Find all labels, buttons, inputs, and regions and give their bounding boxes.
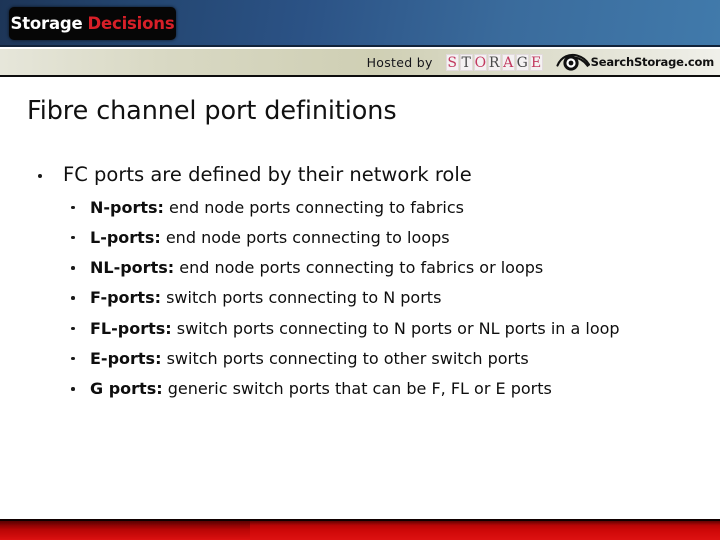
definition-desc: switch ports connecting to other switch … <box>161 348 529 368</box>
hosted-by-group: Hosted by S T O R A G E SearchStorage.co… <box>367 49 714 75</box>
definition-desc: end node ports connecting to fabrics <box>163 197 464 217</box>
storage-letter-r: R <box>487 53 501 71</box>
definition-term: F-ports: <box>90 288 161 308</box>
definition-desc: switch ports connecting to N ports <box>160 288 442 308</box>
definition-desc: end node ports connecting to loops <box>160 227 450 247</box>
storage-letter-s: S <box>445 53 459 71</box>
definition-term: E-ports: <box>90 348 162 368</box>
definition-desc: generic switch ports that can be F, FL o… <box>162 379 552 399</box>
definition-term: FL-ports: <box>90 318 172 338</box>
searchstorage-logo: SearchStorage.com <box>556 52 714 72</box>
bullet-dot-icon <box>71 266 75 270</box>
definition-desc: end node ports connecting to fabrics or … <box>174 258 544 278</box>
hosted-by-label: Hosted by <box>366 54 433 70</box>
logo-word-decisions: Decisions <box>87 14 175 33</box>
bullet-level1: FC ports are defined by their network ro… <box>0 165 720 185</box>
storage-letter-g: G <box>515 53 529 71</box>
bullet-dot-icon <box>71 387 75 391</box>
list-item: E-ports: switch ports connecting to othe… <box>0 349 720 370</box>
bullet-dot-icon <box>71 296 75 300</box>
list-item: N-ports: end node ports connecting to fa… <box>0 198 720 219</box>
storage-letter-o: O <box>473 53 487 71</box>
definition-term: L-ports: <box>90 227 161 247</box>
storage-wordmark: S T O R A G E <box>445 53 543 71</box>
list-item: L-ports: end node ports connecting to lo… <box>0 228 720 249</box>
bullet-dot-icon <box>38 174 42 178</box>
eye-icon <box>556 52 590 72</box>
definition-term: NL-ports: <box>90 258 175 278</box>
bullet-dot-icon <box>71 326 75 331</box>
slide-content: FC ports are defined by their network ro… <box>0 165 720 410</box>
definition-list: N-ports: end node ports connecting to fa… <box>0 198 720 401</box>
definition-desc: switch ports connecting to N ports or NL… <box>171 318 620 338</box>
logo-word-storage: Storage <box>10 14 83 33</box>
storage-decisions-logo: Storage Decisions <box>9 7 176 40</box>
bullet-dot-icon <box>71 205 75 209</box>
storage-letter-t: T <box>459 53 473 71</box>
searchstorage-text: SearchStorage.com <box>590 55 715 69</box>
bullet-level1-text: FC ports are defined by their network ro… <box>63 163 472 186</box>
list-item: G ports: generic switch ports that can b… <box>0 379 720 400</box>
definition-term: G ports: <box>90 379 163 399</box>
list-item: NL-ports: end node ports connecting to f… <box>0 258 720 279</box>
page-title: Fibre channel port definitions <box>27 96 397 126</box>
header-banner: Storage Decisions <box>0 0 720 47</box>
bullet-dot-icon <box>71 235 75 240</box>
bullet-dot-icon <box>71 356 75 361</box>
hosted-by-band: Hosted by S T O R A G E SearchStorage.co… <box>0 49 720 77</box>
list-item: FL-ports: switch ports connecting to N p… <box>0 319 720 340</box>
storage-letter-e: E <box>529 53 543 71</box>
storage-letter-a: A <box>501 53 515 71</box>
list-item: F-ports: switch ports connecting to N po… <box>0 288 720 309</box>
footer-accent-bar <box>0 519 720 540</box>
definition-term: N-ports: <box>90 197 164 217</box>
